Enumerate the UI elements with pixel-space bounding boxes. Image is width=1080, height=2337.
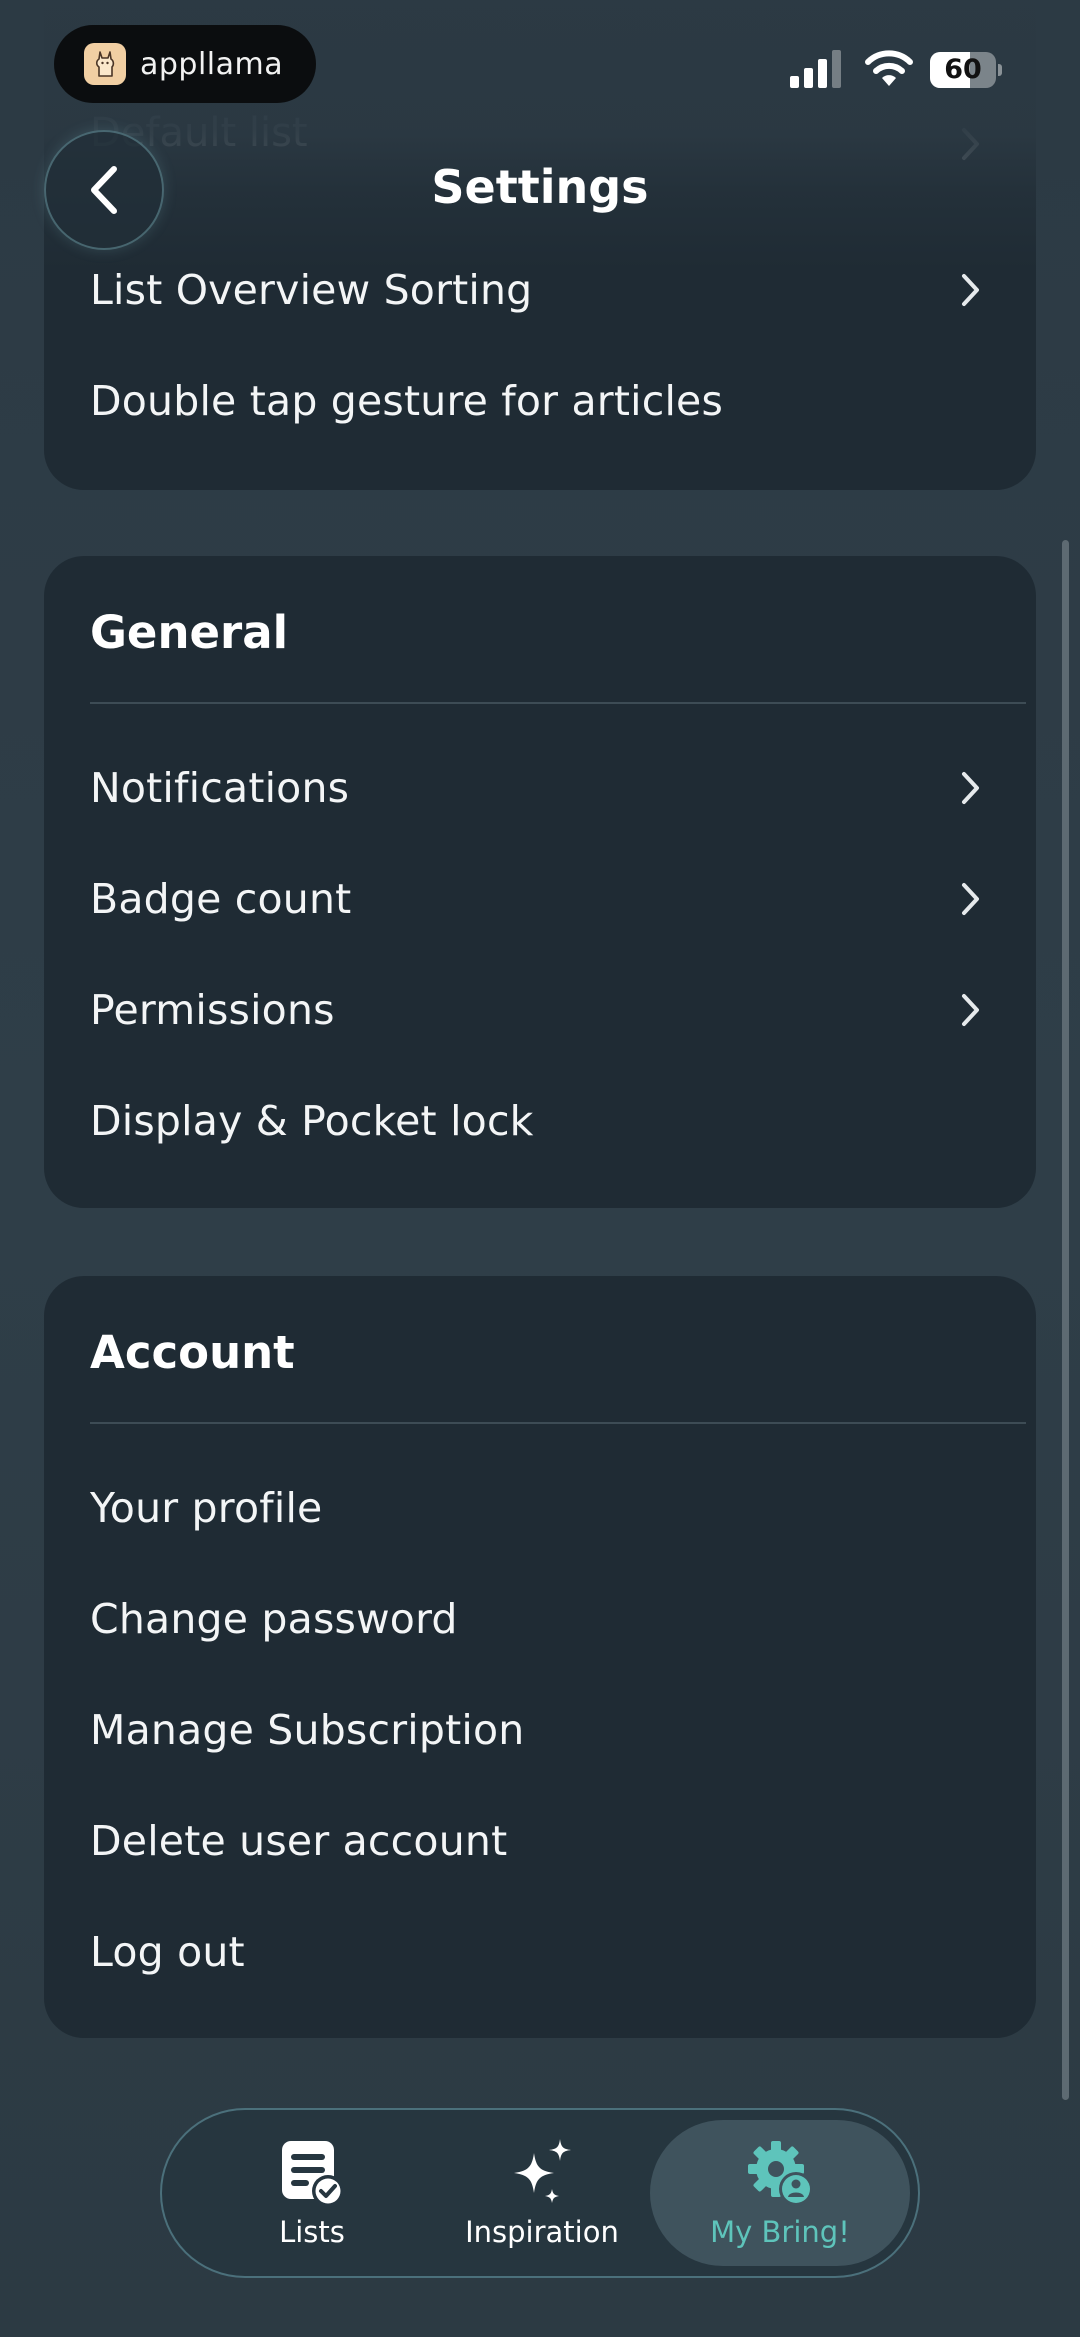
settings-item-label: Manage Subscription: [90, 1706, 525, 1754]
list-check-icon: [282, 2141, 344, 2207]
cellular-signal-icon: [790, 50, 841, 88]
divider: [90, 1422, 1026, 1424]
tab-my-bring[interactable]: My Bring!: [650, 2120, 910, 2266]
settings-item-permissions[interactable]: Permissions: [90, 960, 1020, 1060]
battery-level: 60: [944, 54, 982, 85]
battery-icon: 60: [930, 52, 1002, 88]
chevron-right-icon: [962, 994, 979, 1026]
settings-item-label: List Overview Sorting: [90, 266, 533, 314]
llama-logo-icon: [84, 43, 126, 85]
page-title: Settings: [431, 160, 649, 214]
settings-item-label: Change password: [90, 1595, 458, 1643]
chevron-right-icon: [962, 128, 979, 160]
settings-item-change-password[interactable]: Change password: [90, 1569, 1020, 1669]
settings-item-label: Notifications: [90, 764, 350, 812]
settings-item-label: Badge count: [90, 875, 352, 923]
chevron-right-icon: [962, 274, 979, 306]
settings-item-log-out[interactable]: Log out: [90, 1902, 1020, 2002]
settings-item-display-pocket-lock[interactable]: Display & Pocket lock: [90, 1071, 1020, 1171]
settings-item-notifications[interactable]: Notifications: [90, 738, 1020, 838]
settings-item-double-tap-gesture[interactable]: Double tap gesture for articles: [90, 351, 1020, 451]
settings-item-label: Log out: [90, 1928, 245, 1976]
tab-bar: Lists Inspiration My Bring!: [160, 2108, 920, 2278]
settings-item-delete-user-account[interactable]: Delete user account: [90, 1791, 1020, 1891]
settings-item-label: Delete user account: [90, 1817, 508, 1865]
tab-label: Inspiration: [465, 2215, 619, 2249]
scrollbar[interactable]: [1062, 540, 1069, 2100]
tab-lists[interactable]: Lists: [192, 2120, 432, 2266]
divider: [90, 702, 1026, 704]
sparkles-icon: [514, 2139, 571, 2203]
settings-screen: appllama 60 Settings Default list List O…: [0, 0, 1080, 2337]
settings-item-badge-count[interactable]: Badge count: [90, 849, 1020, 949]
chevron-right-icon: [962, 883, 979, 915]
general-settings-card: General Notifications Badge count Permis…: [44, 556, 1036, 1208]
settings-list[interactable]: Default list List Overview Sorting Doubl…: [0, 0, 1080, 2337]
tab-label: My Bring!: [710, 2215, 850, 2249]
settings-item-your-profile[interactable]: Your profile: [90, 1458, 1020, 1558]
status-bar: appllama 60: [0, 0, 1080, 130]
account-settings-card: Account Your profile Change password Man…: [44, 1276, 1036, 2038]
settings-item-label: Double tap gesture for articles: [90, 377, 724, 425]
settings-item-label: Display & Pocket lock: [90, 1097, 534, 1145]
settings-item-manage-subscription[interactable]: Manage Subscription: [90, 1680, 1020, 1780]
tab-inspiration[interactable]: Inspiration: [422, 2120, 662, 2266]
settings-item-label: Permissions: [90, 986, 335, 1034]
section-title-general: General: [90, 606, 288, 659]
tab-label: Lists: [279, 2215, 345, 2249]
wifi-icon: [865, 50, 913, 86]
section-title-account: Account: [90, 1326, 295, 1379]
brand-pill: appllama: [54, 25, 316, 103]
chevron-right-icon: [962, 772, 979, 804]
settings-item-label: Your profile: [90, 1484, 323, 1532]
brand-name: appllama: [140, 46, 284, 82]
gear-user-icon: [748, 2141, 813, 2206]
settings-item-list-overview-sorting[interactable]: List Overview Sorting: [90, 240, 1020, 340]
